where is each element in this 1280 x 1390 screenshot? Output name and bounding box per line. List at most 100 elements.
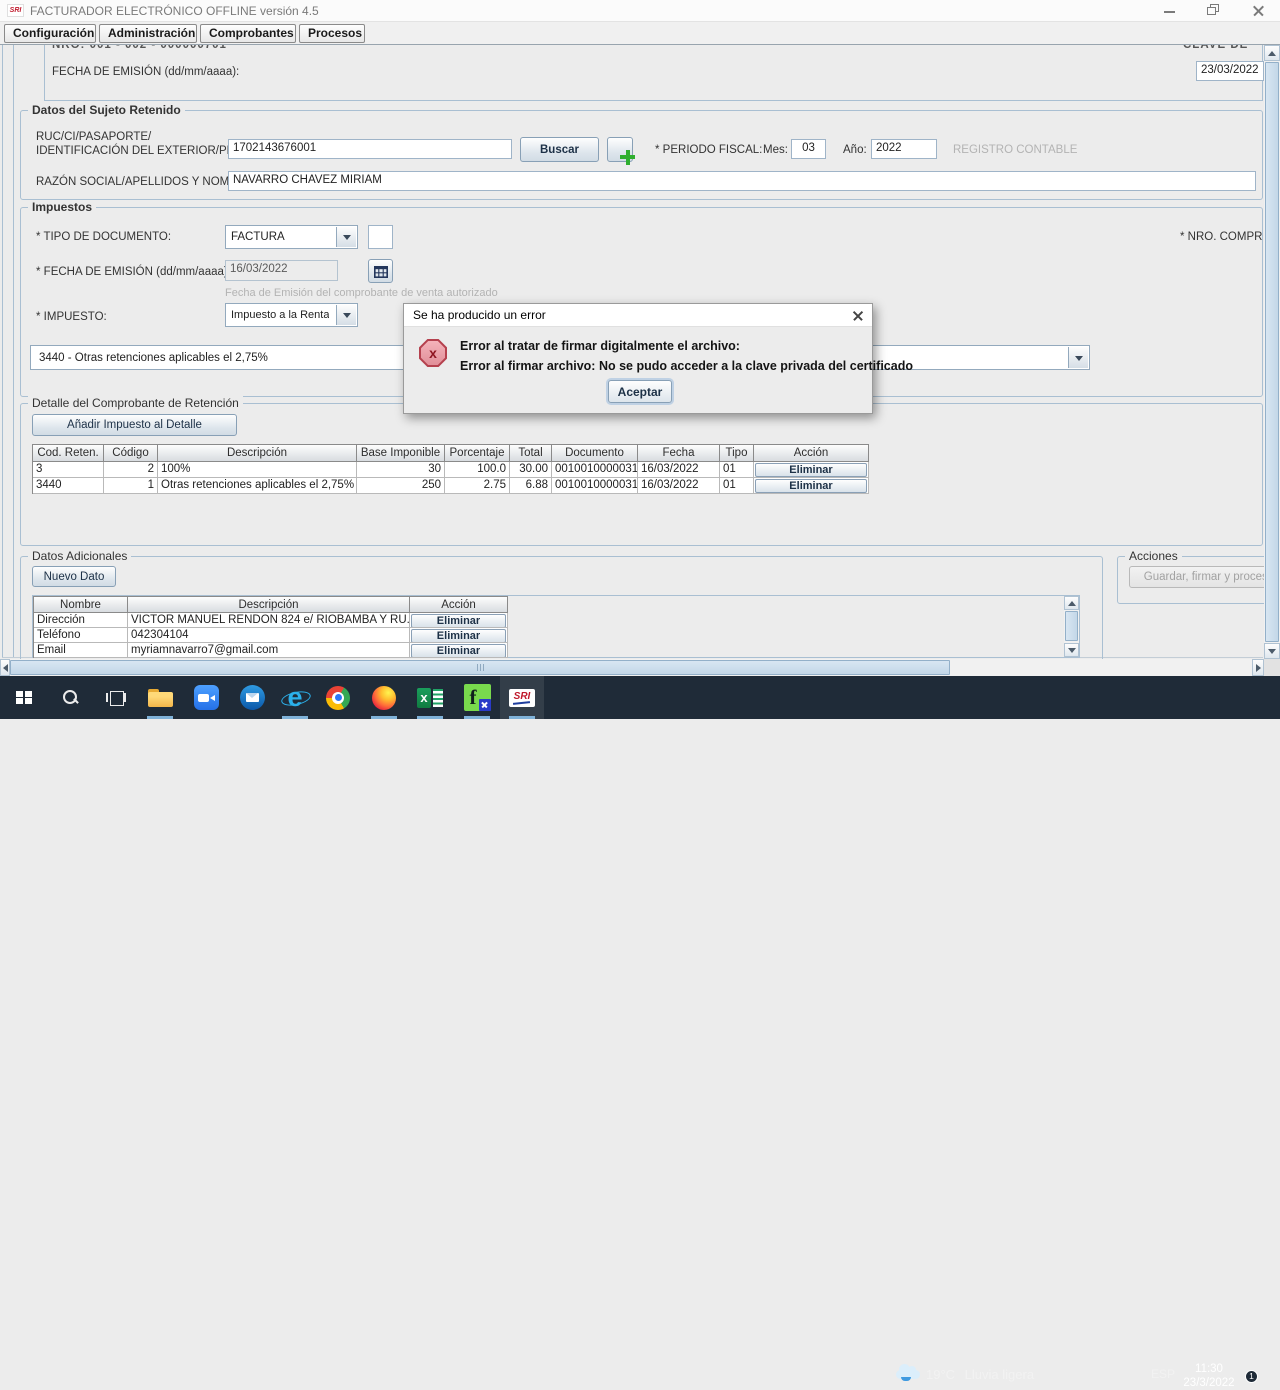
taskbar: e x f SRI 19°C Lluvia ligera ESP 11:30 2… xyxy=(0,676,1280,719)
taskbar-excel[interactable]: x xyxy=(408,676,452,719)
anadir-impuesto-button[interactable]: Añadir Impuesto al Detalle xyxy=(32,414,237,436)
taskbar-internet-explorer[interactable]: e xyxy=(273,676,317,719)
scrollbar-thumb[interactable] xyxy=(1065,611,1078,641)
fecha-emision-comprobante-input[interactable]: 16/03/2022 xyxy=(225,260,338,281)
task-view-icon xyxy=(106,691,126,704)
menu-configuracion[interactable]: Configuración xyxy=(4,24,96,43)
chevron-down-icon[interactable] xyxy=(336,227,356,247)
clock-date: 23/3/2022 xyxy=(1176,1376,1242,1390)
vertical-scrollbar[interactable] xyxy=(1264,45,1280,676)
chevron-down-icon[interactable] xyxy=(1068,347,1088,368)
ruc-label-line1: RUC/CI/PASAPORTE/ xyxy=(36,131,151,143)
table-cell: 100% xyxy=(158,462,357,478)
scroll-down-icon[interactable] xyxy=(1264,643,1280,659)
adicionales-scrollbar[interactable] xyxy=(1064,596,1079,657)
nuevo-dato-button[interactable]: Nuevo Dato xyxy=(32,566,116,587)
eliminar-button[interactable]: Eliminar xyxy=(411,629,506,643)
tray-expand-button[interactable] xyxy=(1048,1371,1057,1389)
scrollbar-corner xyxy=(1264,659,1280,676)
taskbar-sri-app[interactable]: SRI xyxy=(500,676,544,719)
column-header: Base Imponible xyxy=(357,445,445,462)
column-header: Acción xyxy=(410,597,508,613)
menu-procesos[interactable]: Procesos xyxy=(299,24,365,43)
add-sujeto-button[interactable] xyxy=(607,137,633,162)
column-header: Acción xyxy=(754,445,869,462)
scroll-up-icon[interactable] xyxy=(1264,45,1280,61)
network-icon xyxy=(1072,1370,1088,1382)
aceptar-button[interactable]: Aceptar xyxy=(608,380,672,403)
taskbar-facturador-app[interactable]: f xyxy=(455,676,499,719)
scroll-down-icon[interactable] xyxy=(1064,643,1079,657)
windows-logo-icon xyxy=(16,691,32,705)
taskbar-zoom-app[interactable] xyxy=(184,676,228,719)
panel-border-inner xyxy=(13,45,14,658)
eliminar-button[interactable]: Eliminar xyxy=(755,479,867,493)
horizontal-scrollbar[interactable] xyxy=(0,659,1264,676)
impuesto-combobox[interactable]: Impuesto a la Renta xyxy=(225,303,358,327)
column-header: Descripción xyxy=(158,445,357,462)
dialog-close-icon[interactable] xyxy=(850,308,866,324)
razon-social-input[interactable]: NAVARRO CHAVEZ MIRIAM xyxy=(228,171,1256,191)
volume-button[interactable] xyxy=(1124,1367,1144,1386)
retencion-table: Cod. Reten. Código Descripción Base Impo… xyxy=(32,444,869,494)
anio-input[interactable]: 2022 xyxy=(871,139,937,159)
table-cell: Eliminar xyxy=(754,478,869,494)
notification-icon: 1 xyxy=(1252,1366,1270,1381)
scroll-right-icon[interactable] xyxy=(1252,659,1264,676)
task-view-button[interactable] xyxy=(94,676,138,719)
scrollbar-thumb[interactable] xyxy=(1265,62,1279,642)
taskbar-mail-app[interactable] xyxy=(230,676,274,719)
table-cell: 16/03/2022 xyxy=(638,462,720,478)
network-button[interactable] xyxy=(1072,1369,1088,1387)
tipo-documento-combobox[interactable]: FACTURA xyxy=(225,225,358,249)
taskbar-chrome[interactable] xyxy=(316,676,360,719)
weather-temperature: 19°C xyxy=(926,1367,955,1382)
column-header: Código xyxy=(104,445,158,462)
table-cell: 30 xyxy=(357,462,445,478)
adicionales-table: Nombre Descripción Acción Dirección VICT… xyxy=(33,596,508,658)
documento-aux-input[interactable] xyxy=(368,225,393,249)
notification-center-button[interactable]: 1 xyxy=(1252,1366,1270,1386)
menu-comprobantes[interactable]: Comprobantes xyxy=(200,24,296,43)
table-cell: 2 xyxy=(104,462,158,478)
weather-description: Lluvia ligera xyxy=(965,1367,1034,1382)
table-cell: 01 xyxy=(720,478,754,494)
chevron-down-icon[interactable] xyxy=(336,305,356,325)
eliminar-button[interactable]: Eliminar xyxy=(411,644,506,658)
scroll-up-icon[interactable] xyxy=(1064,596,1079,610)
error-icon: x xyxy=(419,339,447,367)
weather-text[interactable]: 19°C Lluvia ligera xyxy=(926,1367,1034,1382)
language-button[interactable]: ESP xyxy=(1151,1367,1175,1381)
periodo-fiscal-label: * PERIODO FISCAL: xyxy=(655,144,762,156)
restore-button[interactable] xyxy=(1198,0,1228,22)
eliminar-button[interactable]: Eliminar xyxy=(411,614,506,628)
taskbar-file-explorer[interactable] xyxy=(138,676,182,719)
fecha-emision-field[interactable]: 23/03/2022 xyxy=(1196,61,1264,81)
close-button[interactable] xyxy=(1243,0,1273,22)
buscar-button[interactable]: Buscar xyxy=(520,137,599,162)
taskbar-firefox[interactable] xyxy=(362,676,406,719)
taskbar-search-button[interactable] xyxy=(48,676,92,719)
column-header: Tipo xyxy=(720,445,754,462)
scroll-left-icon[interactable] xyxy=(0,659,10,676)
scrollbar-thumb[interactable] xyxy=(10,660,950,675)
start-button[interactable] xyxy=(2,676,46,719)
mes-input[interactable]: 03 xyxy=(791,139,826,159)
menu-administracion[interactable]: Administración xyxy=(99,24,197,43)
clock-button[interactable]: 11:30 23/3/2022 xyxy=(1176,1362,1242,1390)
calendar-button[interactable] xyxy=(368,259,393,283)
weather-button[interactable] xyxy=(893,1365,919,1386)
table-cell: myriamnavarro7@gmail.com xyxy=(128,643,410,658)
table-cell: 001001000003124 xyxy=(552,462,638,478)
sri-icon: SRI xyxy=(509,689,535,707)
eliminar-button[interactable]: Eliminar xyxy=(755,463,867,477)
window-titlebar: SRI FACTURADOR ELECTRÓNICO OFFLINE versi… xyxy=(0,0,1280,22)
tablet-mode-button[interactable] xyxy=(1100,1367,1114,1386)
ruc-input[interactable]: 1702143676001 xyxy=(228,139,512,159)
sujeto-retenido-title: Datos del Sujeto Retenido xyxy=(28,103,185,117)
minimize-button[interactable] xyxy=(1155,0,1185,22)
error-dialog-titlebar[interactable]: Se ha producido un error xyxy=(404,304,872,327)
datos-adicionales-title: Datos Adicionales xyxy=(28,549,131,563)
column-header: Documento xyxy=(552,445,638,462)
guardar-firmar-button[interactable]: Guardar, firmar y procesa xyxy=(1129,566,1280,588)
